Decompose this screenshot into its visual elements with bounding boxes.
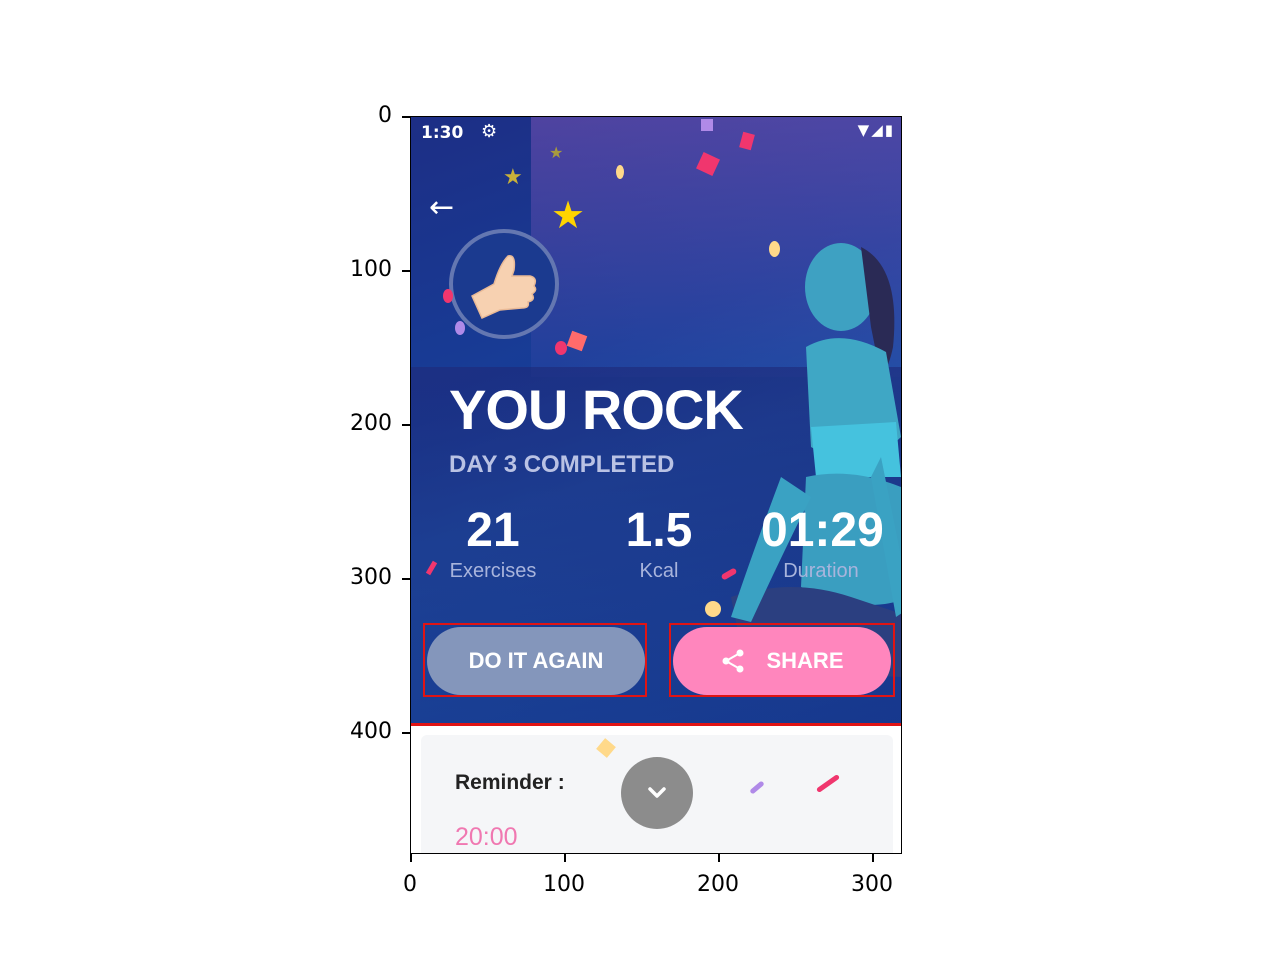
y-tick-200: 200 — [350, 411, 392, 436]
y-tick-mark — [402, 732, 410, 734]
x-tick-100: 100 — [543, 872, 585, 897]
x-tick-mark — [564, 854, 566, 862]
x-tick-mark — [872, 854, 874, 862]
y-tick-0: 0 — [378, 103, 392, 128]
confetti-piece — [555, 341, 567, 355]
confetti-piece — [705, 601, 721, 617]
battery-icon: ▮ — [884, 121, 895, 139]
screenshot-frame: 1:30 ⚙ ▼◢▮ ← ★ ★ ★ YOU ROCK DAY 3 COMPLE… — [410, 116, 902, 854]
stat-kcal: 1.5 Kcal — [599, 503, 719, 583]
stat-value: 01:29 — [761, 504, 884, 557]
stat-label: Exercises — [449, 560, 537, 582]
y-tick-mark — [402, 116, 410, 118]
signal-icon: ◢ — [871, 121, 885, 139]
confetti-star: ★ — [551, 193, 586, 237]
confetti-piece — [616, 165, 624, 179]
confetti-piece — [769, 241, 780, 257]
status-icons: ▼◢▮ — [858, 121, 895, 139]
y-tick-mark — [402, 424, 410, 426]
stat-label: Kcal — [639, 560, 679, 582]
x-tick-0: 0 — [403, 872, 417, 897]
y-tick-400: 400 — [350, 719, 392, 744]
hero-section: 1:30 ⚙ ▼◢▮ ← ★ ★ ★ YOU ROCK DAY 3 COMPLE… — [411, 117, 901, 725]
y-tick-100: 100 — [350, 257, 392, 282]
chevron-down-icon — [648, 787, 666, 798]
page-subtitle: DAY 3 COMPLETED — [449, 451, 675, 478]
collapse-button[interactable] — [621, 757, 693, 829]
x-tick-300: 300 — [851, 872, 893, 897]
do-it-again-highlight — [423, 623, 647, 697]
confetti-star: ★ — [549, 143, 564, 162]
x-tick-mark — [410, 854, 412, 862]
share-highlight — [669, 623, 895, 697]
thumbs-up-glyph — [471, 255, 537, 319]
stat-value: 21 — [466, 504, 520, 557]
gear-icon: ⚙ — [481, 121, 498, 142]
confetti-star: ★ — [503, 165, 523, 190]
wifi-icon: ▼ — [857, 121, 872, 139]
x-tick-mark — [718, 854, 720, 862]
y-tick-300: 300 — [350, 565, 392, 590]
reminder-label: Reminder : — [455, 771, 565, 794]
arrow-left-icon[interactable]: ← — [429, 193, 454, 223]
confetti-piece — [455, 321, 465, 335]
page-title: YOU ROCK — [449, 378, 744, 441]
stat-label: Duration — [783, 560, 859, 582]
x-tick-200: 200 — [697, 872, 739, 897]
y-tick-mark — [402, 578, 410, 580]
reminder-time[interactable]: 20:00 — [455, 823, 518, 852]
confetti-piece — [701, 119, 713, 131]
stat-value: 1.5 — [625, 504, 693, 557]
confetti-piece — [443, 289, 453, 303]
y-tick-mark — [402, 270, 410, 272]
thumbs-up-icon — [449, 229, 559, 339]
stat-exercises: 21 Exercises — [433, 503, 553, 583]
status-time: 1:30 — [421, 123, 464, 143]
stat-duration: 01:29 Duration — [761, 503, 884, 583]
